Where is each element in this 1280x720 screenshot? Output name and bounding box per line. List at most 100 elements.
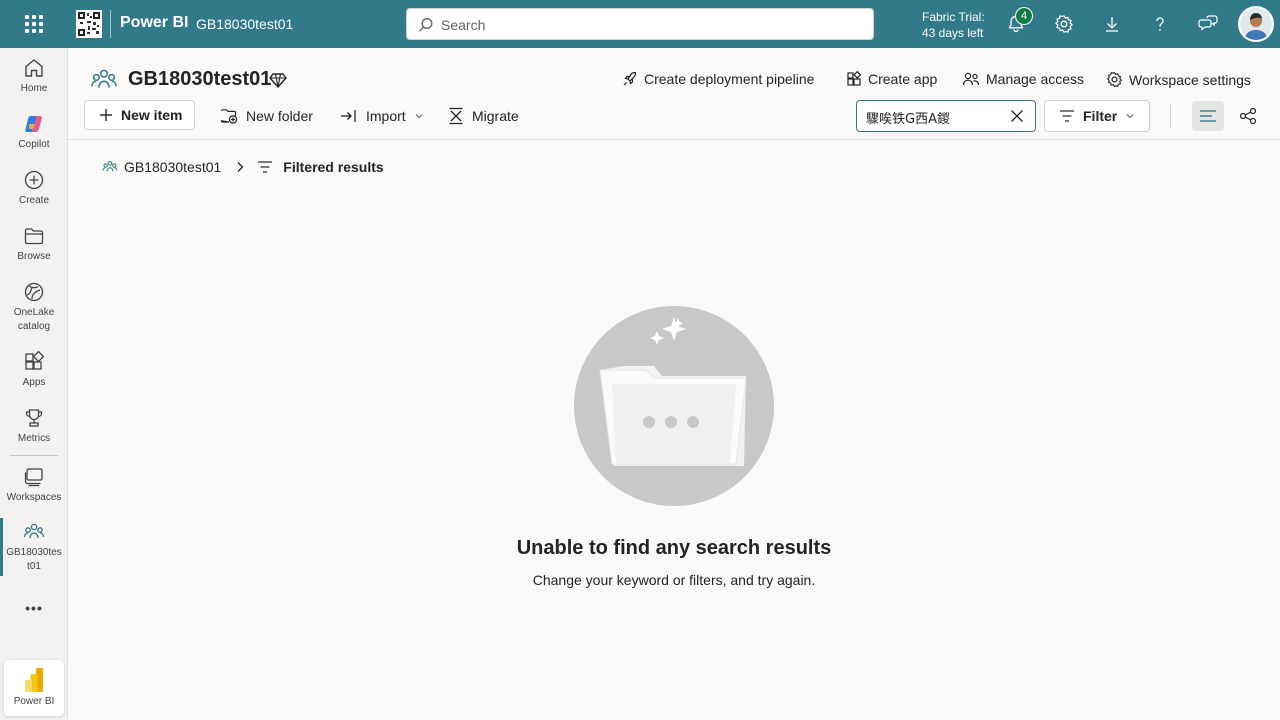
new-folder-label: New folder xyxy=(246,108,313,124)
trophy-icon xyxy=(25,409,43,427)
people-icon xyxy=(962,72,980,86)
breadcrumb: GB18030test01 Filtered results xyxy=(102,159,384,175)
rail-divider xyxy=(10,455,58,456)
create-app-label: Create app xyxy=(868,71,938,87)
trial-label: Fabric Trial: xyxy=(922,10,985,24)
fabric-trial-status[interactable]: Fabric Trial: 43 days left xyxy=(922,9,985,41)
copilot-icon xyxy=(25,116,42,132)
topbar-divider xyxy=(110,10,111,38)
top-bar: Power BI GB18030test01 Fabric Trial: 43 … xyxy=(0,0,1280,48)
rail-item-apps[interactable]: Apps xyxy=(0,351,68,390)
page-title: GB18030test01 xyxy=(128,68,272,90)
notification-count-badge: 4 xyxy=(1015,7,1033,25)
empty-state-illustration xyxy=(574,306,774,506)
rail-label-workspaces: Workspaces xyxy=(6,492,62,503)
rail-label-workspace-2: t01 xyxy=(27,561,41,572)
plus-icon xyxy=(100,109,112,121)
empty-state-title: Unable to find any search results xyxy=(516,537,832,559)
chevron-down-icon xyxy=(415,114,423,119)
gear-icon xyxy=(1107,71,1122,88)
rail-item-workspaces[interactable]: Workspaces xyxy=(0,466,68,505)
workspace-group-icon xyxy=(91,69,117,88)
share-feedback-icon[interactable] xyxy=(1196,12,1220,36)
create-deployment-pipeline-button[interactable]: Create deployment pipeline xyxy=(622,71,814,87)
breadcrumb-workspace[interactable]: GB18030test01 xyxy=(124,159,221,175)
rail-item-browse[interactable]: Browse xyxy=(0,225,68,264)
topbar-workspace-name[interactable]: GB18030test01 xyxy=(196,16,293,32)
manage-access-button[interactable]: Manage access xyxy=(962,71,1084,87)
lineage-view-toggle[interactable] xyxy=(1236,103,1260,129)
filter-icon xyxy=(258,161,273,173)
filter-button[interactable]: Filter xyxy=(1044,100,1150,132)
user-avatar[interactable] xyxy=(1238,6,1274,42)
migrate-label: Migrate xyxy=(472,108,519,124)
new-folder-icon xyxy=(220,109,238,124)
create-app-button[interactable]: Create app xyxy=(846,71,937,87)
app-launcher-icon[interactable] xyxy=(22,12,46,36)
onelake-icon xyxy=(24,282,44,302)
rail-label-apps: Apps xyxy=(22,377,46,388)
rail-label-browse: Browse xyxy=(17,251,51,262)
powerbi-experience-switcher[interactable]: Power BI xyxy=(4,660,64,716)
import-button[interactable]: Import xyxy=(340,101,424,131)
import-label: Import xyxy=(366,108,406,124)
list-view-toggle[interactable] xyxy=(1192,101,1224,131)
workspace-group-icon xyxy=(23,523,45,539)
rail-label-create: Create xyxy=(18,195,49,206)
help-icon[interactable] xyxy=(1148,12,1172,36)
filter-label: Filter xyxy=(1083,108,1118,124)
workspace-group-icon xyxy=(102,160,118,172)
rail-item-current-workspace[interactable]: GB18030tes t01 xyxy=(0,521,68,574)
app-icon xyxy=(847,71,862,86)
left-navigation-rail: Home Copilot Create Browse OneLake catal… xyxy=(0,48,68,720)
chevron-right-icon xyxy=(237,162,244,172)
toolbar-divider xyxy=(1170,104,1171,128)
breadcrumb-current: Filtered results xyxy=(283,159,384,175)
filter-icon xyxy=(1060,110,1074,122)
premium-diamond-icon[interactable] xyxy=(269,71,287,89)
list-view-icon xyxy=(1200,110,1216,122)
trial-days-left: 43 days left xyxy=(922,26,984,40)
rail-item-create[interactable]: Create xyxy=(0,169,68,208)
rail-label-onelake-2: catalog xyxy=(17,321,51,332)
gear-icon[interactable] xyxy=(1052,12,1076,36)
powerbi-logo-icon xyxy=(25,668,43,692)
search-icon xyxy=(419,18,433,32)
rail-item-metrics[interactable]: Metrics xyxy=(0,407,68,446)
new-item-button[interactable]: New item xyxy=(84,100,195,130)
rail-label-copilot: Copilot xyxy=(18,139,50,150)
rail-item-home[interactable]: Home xyxy=(0,57,68,96)
empty-folder-icon xyxy=(599,317,747,466)
rail-label-onelake-1: OneLake xyxy=(13,307,55,318)
new-folder-button[interactable]: New folder xyxy=(220,101,313,131)
new-item-label: New item xyxy=(121,107,183,123)
rail-label-metrics: Metrics xyxy=(17,433,51,444)
filter-by-keyword-field[interactable] xyxy=(856,100,1036,132)
powerbi-label: Power BI xyxy=(13,696,55,707)
plus-circle-icon xyxy=(24,170,44,190)
clear-icon[interactable] xyxy=(1009,108,1025,124)
rocket-icon xyxy=(623,71,637,86)
migrate-button[interactable]: Migrate xyxy=(448,101,519,131)
lineage-icon xyxy=(1239,107,1257,125)
brand-name[interactable]: Power BI xyxy=(120,14,188,32)
home-icon xyxy=(25,59,43,77)
search-input[interactable] xyxy=(441,15,861,35)
qr-code-logo xyxy=(76,10,102,38)
filter-keyword-input[interactable] xyxy=(866,107,1006,127)
download-icon[interactable] xyxy=(1100,12,1124,36)
create-deployment-pipeline-label: Create deployment pipeline xyxy=(644,71,815,87)
rail-item-onelake-catalog[interactable]: OneLake catalog xyxy=(0,281,68,334)
rail-label-home: Home xyxy=(20,83,48,94)
global-search[interactable] xyxy=(406,8,874,40)
rail-item-copilot[interactable]: Copilot xyxy=(0,113,68,152)
folder-icon xyxy=(24,228,44,245)
more-icon[interactable]: ••• xyxy=(0,600,68,616)
chevron-down-icon xyxy=(1126,114,1134,119)
rail-label-workspace-1: GB18030tes xyxy=(6,547,62,558)
workspace-settings-button[interactable]: Workspace settings xyxy=(1106,71,1251,88)
manage-access-label: Manage access xyxy=(986,71,1085,87)
workspaces-icon xyxy=(24,468,43,487)
empty-state-subtitle: Change your keyword or filters, and try … xyxy=(532,572,816,588)
apps-icon xyxy=(25,351,45,370)
